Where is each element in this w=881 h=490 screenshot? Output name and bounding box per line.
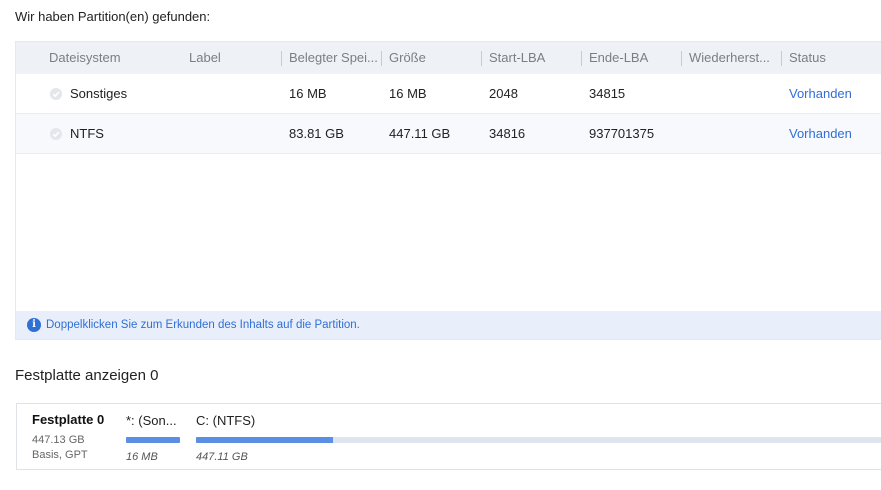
table-header: Dateisystem Label Belegter Spei... Größe… <box>16 42 881 74</box>
cell-start-lba: 34816 <box>489 126 526 141</box>
partition-size: 16 MB <box>126 451 158 463</box>
cell-end-lba: 937701375 <box>589 126 655 141</box>
disk-section-title: Festplatte anzeigen 0 <box>15 367 159 384</box>
partition-usage-fill <box>196 437 334 443</box>
column-header-filesystem[interactable]: Dateisystem <box>49 42 189 74</box>
cell-filesystem: NTFS <box>70 126 104 141</box>
column-divider[interactable] <box>581 51 582 66</box>
results-heading: Wir haben Partition(en) gefunden: <box>15 9 211 24</box>
info-text: Doppelklicken Sie zum Erkunden des Inhal… <box>46 319 360 331</box>
cell-used: 83.81 GB <box>289 126 344 141</box>
column-divider[interactable] <box>381 51 382 66</box>
column-divider[interactable] <box>781 51 782 66</box>
column-header-status[interactable]: Status <box>789 42 869 74</box>
column-header-label[interactable]: Label <box>189 42 279 74</box>
disk-size: 447.13 GB <box>32 434 85 446</box>
partition-label: C: (NTFS) <box>196 413 256 428</box>
partition-size: 447.11 GB <box>196 451 248 463</box>
partition-usage-bar <box>126 437 180 443</box>
table-row[interactable]: NTFS 83.81 GB 447.11 GB 34816 937701375 … <box>16 114 881 154</box>
table-row[interactable]: Sonstiges 16 MB 16 MB 2048 34815 Vorhand… <box>16 74 881 114</box>
column-header-recover[interactable]: Wiederherst... <box>689 42 779 74</box>
disk-name: Festplatte 0 <box>32 412 105 427</box>
column-header-used[interactable]: Belegter Spei... <box>289 42 381 74</box>
cell-status-link[interactable]: Vorhanden <box>789 114 852 154</box>
column-divider[interactable] <box>281 51 282 66</box>
cell-size: 16 MB <box>389 86 427 101</box>
column-header-size[interactable]: Größe <box>389 42 479 74</box>
column-header-start-lba[interactable]: Start-LBA <box>489 42 579 74</box>
column-header-end-lba[interactable]: Ende-LBA <box>589 42 679 74</box>
cell-filesystem: Sonstiges <box>70 86 128 101</box>
cell-status-link[interactable]: Vorhanden <box>789 74 852 114</box>
partition-usage-fill <box>126 437 180 443</box>
column-divider[interactable] <box>481 51 482 66</box>
partition-usage-bar <box>196 437 881 443</box>
column-divider[interactable] <box>681 51 682 66</box>
cell-size: 447.11 GB <box>389 126 451 141</box>
info-icon: i <box>27 318 41 332</box>
partition-table: Dateisystem Label Belegter Spei... Größe… <box>15 41 881 340</box>
disk-type: Basis, GPT <box>32 449 88 461</box>
info-bar: i Doppelklicken Sie zum Erkunden des Inh… <box>16 311 881 339</box>
checkbox-checked-icon[interactable] <box>50 128 62 140</box>
cell-start-lba: 2048 <box>489 86 518 101</box>
checkbox-checked-icon[interactable] <box>50 88 62 100</box>
partition-label: *: (Son... <box>126 413 177 428</box>
cell-end-lba: 34815 <box>589 86 626 101</box>
cell-used: 16 MB <box>289 86 327 101</box>
disk-map: Festplatte 0 447.13 GB Basis, GPT *: (So… <box>16 403 881 470</box>
